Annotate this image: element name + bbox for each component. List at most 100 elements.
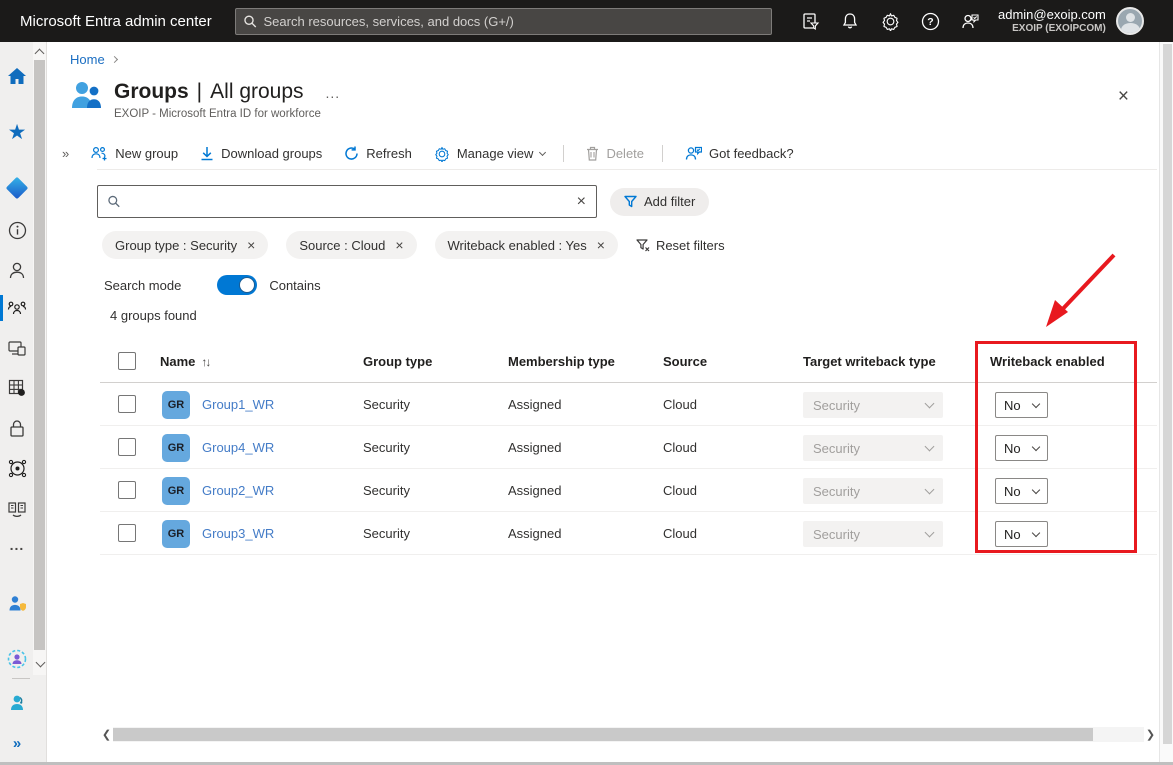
chevron-down-icon <box>924 441 935 452</box>
sidebar-item-home[interactable] <box>0 60 34 92</box>
filter-pill-group-type[interactable]: Group type : Security × <box>102 231 269 259</box>
cell-group-type: Security <box>363 526 410 541</box>
breadcrumb[interactable]: Home <box>70 52 118 67</box>
search-icon <box>244 15 257 27</box>
filter-pill-label: Source : Cloud <box>299 237 386 253</box>
reset-filters-button[interactable]: Reset filters <box>636 238 725 253</box>
account-info[interactable]: admin@exoip.com EXOIP (EXOIPCOM) <box>998 7 1106 36</box>
cell-group-type: Security <box>363 397 410 412</box>
header-name[interactable]: Name <box>160 354 195 369</box>
sidebar-scrollbar[interactable] <box>33 42 46 675</box>
sidebar-item-learn-support[interactable] <box>0 687 34 719</box>
sidebar-item-protection[interactable] <box>0 412 34 444</box>
row-checkbox[interactable] <box>118 438 136 456</box>
download-icon <box>200 146 214 161</box>
chevron-down-icon <box>1031 399 1041 408</box>
sidebar-item-external-identities[interactable] <box>0 492 34 524</box>
sidebar-item-more[interactable]: ... <box>0 529 34 561</box>
target-writeback-type-dropdown: Security <box>803 478 943 504</box>
refresh-icon <box>344 146 359 161</box>
scroll-right-icon[interactable]: ❯ <box>1144 727 1157 742</box>
toolbar-divider <box>563 145 565 162</box>
feedback-button[interactable]: Got feedback? <box>685 146 794 161</box>
top-bar: Microsoft Entra admin center ? admin@exo… <box>0 0 1173 42</box>
reset-filters-label: Reset filters <box>655 237 725 253</box>
target-writeback-type-dropdown: Security <box>803 521 943 547</box>
close-blade-icon[interactable]: × <box>1118 86 1129 108</box>
sidebar-item-overview[interactable] <box>0 214 34 246</box>
groups-search-box[interactable]: × <box>97 185 597 218</box>
download-groups-button[interactable]: Download groups <box>200 146 322 161</box>
title-overflow-button[interactable]: ... <box>326 85 341 101</box>
sidebar-item-favorites[interactable]: ★ <box>0 116 34 148</box>
refresh-button[interactable]: Refresh <box>344 146 412 161</box>
header-target-writeback-type: Target writeback type <box>803 354 936 369</box>
sidebar-item-roles-admins[interactable] <box>0 587 34 619</box>
global-search-box[interactable] <box>235 7 772 35</box>
refresh-label: Refresh <box>366 146 412 161</box>
table-row: GR Group4_WR Security Assigned Cloud Sec… <box>100 426 1157 469</box>
cell-source: Cloud <box>663 526 697 541</box>
directory-filter-icon[interactable] <box>796 7 824 35</box>
delete-button[interactable]: Delete <box>586 146 644 161</box>
writeback-enabled-dropdown[interactable]: No <box>995 435 1048 461</box>
header-group-type: Group type <box>363 354 433 369</box>
sort-icon[interactable]: ↑↓ <box>201 355 211 369</box>
clear-search-icon[interactable]: × <box>577 193 586 211</box>
cell-membership-type: Assigned <box>508 397 562 412</box>
scroll-left-icon[interactable]: ❮ <box>100 727 113 742</box>
writeback-enabled-dropdown[interactable]: No <box>995 478 1048 504</box>
expand-chevrons-icon: » <box>12 734 22 752</box>
sidebar-scroll-thumb[interactable] <box>34 60 45 650</box>
remove-filter-icon[interactable]: × <box>395 237 403 253</box>
new-group-button[interactable]: New group <box>91 146 178 161</box>
group-avatar: GR <box>162 520 190 548</box>
page-title-secondary: All groups <box>210 80 304 103</box>
search-mode-toggle[interactable] <box>217 275 258 295</box>
horizontal-scrollbar[interactable]: ❮ ❯ <box>100 727 1157 742</box>
sidebar-item-devices[interactable] <box>0 332 34 364</box>
breadcrumb-home-link[interactable]: Home <box>70 52 105 67</box>
toggle-knob <box>239 277 256 293</box>
vertical-scrollbar-thumb[interactable] <box>1163 44 1172 744</box>
writeback-enabled-dropdown[interactable]: No <box>995 392 1048 418</box>
add-filter-button[interactable]: Add filter <box>610 187 710 216</box>
chevron-down-icon <box>924 484 935 495</box>
manage-view-button[interactable]: Manage view <box>434 146 547 162</box>
select-all-checkbox[interactable] <box>118 352 136 370</box>
row-checkbox[interactable] <box>118 395 136 413</box>
scrollbar-thumb[interactable] <box>113 728 1093 741</box>
sidebar-expand[interactable]: » <box>0 727 34 759</box>
settings-gear-icon[interactable] <box>876 7 904 35</box>
new-group-icon <box>91 146 108 161</box>
header-membership-type: Membership type <box>508 354 615 369</box>
sidebar-item-identity-governance[interactable] <box>0 452 34 484</box>
group-name-link[interactable]: Group4_WR <box>202 440 274 455</box>
avatar[interactable] <box>1115 7 1144 35</box>
groups-search-input[interactable] <box>127 194 569 209</box>
vertical-scrollbar[interactable] <box>1159 42 1173 765</box>
remove-filter-icon[interactable]: × <box>597 237 605 253</box>
group-name-link[interactable]: Group1_WR <box>202 397 274 412</box>
chevron-down-icon <box>1031 442 1041 451</box>
row-checkbox[interactable] <box>118 481 136 499</box>
sidebar-scroll-up-icon[interactable] <box>34 48 45 59</box>
sidebar-item-users[interactable] <box>0 254 34 286</box>
writeback-enabled-dropdown[interactable]: No <box>995 521 1048 547</box>
filter-pill-source[interactable]: Source : Cloud × <box>286 231 417 259</box>
feedback-icon[interactable] <box>956 7 984 35</box>
row-checkbox[interactable] <box>118 524 136 542</box>
filter-pill-writeback-enabled[interactable]: Writeback enabled : Yes × <box>434 231 618 259</box>
group-name-link[interactable]: Group2_WR <box>202 483 274 498</box>
notifications-bell-icon[interactable] <box>836 7 864 35</box>
global-search-input[interactable] <box>263 13 763 29</box>
search-icon <box>108 195 120 208</box>
group-name-link[interactable]: Group3_WR <box>202 526 274 541</box>
sidebar-item-applications[interactable] <box>0 372 34 404</box>
sidebar-item-admin-center[interactable] <box>0 643 34 675</box>
sidebar-item-groups[interactable] <box>0 292 34 324</box>
menu-collapse-chevrons[interactable]: » <box>62 146 69 161</box>
help-icon[interactable]: ? <box>916 7 944 35</box>
remove-filter-icon[interactable]: × <box>247 237 255 253</box>
sidebar-item-entra-id[interactable] <box>0 172 34 204</box>
